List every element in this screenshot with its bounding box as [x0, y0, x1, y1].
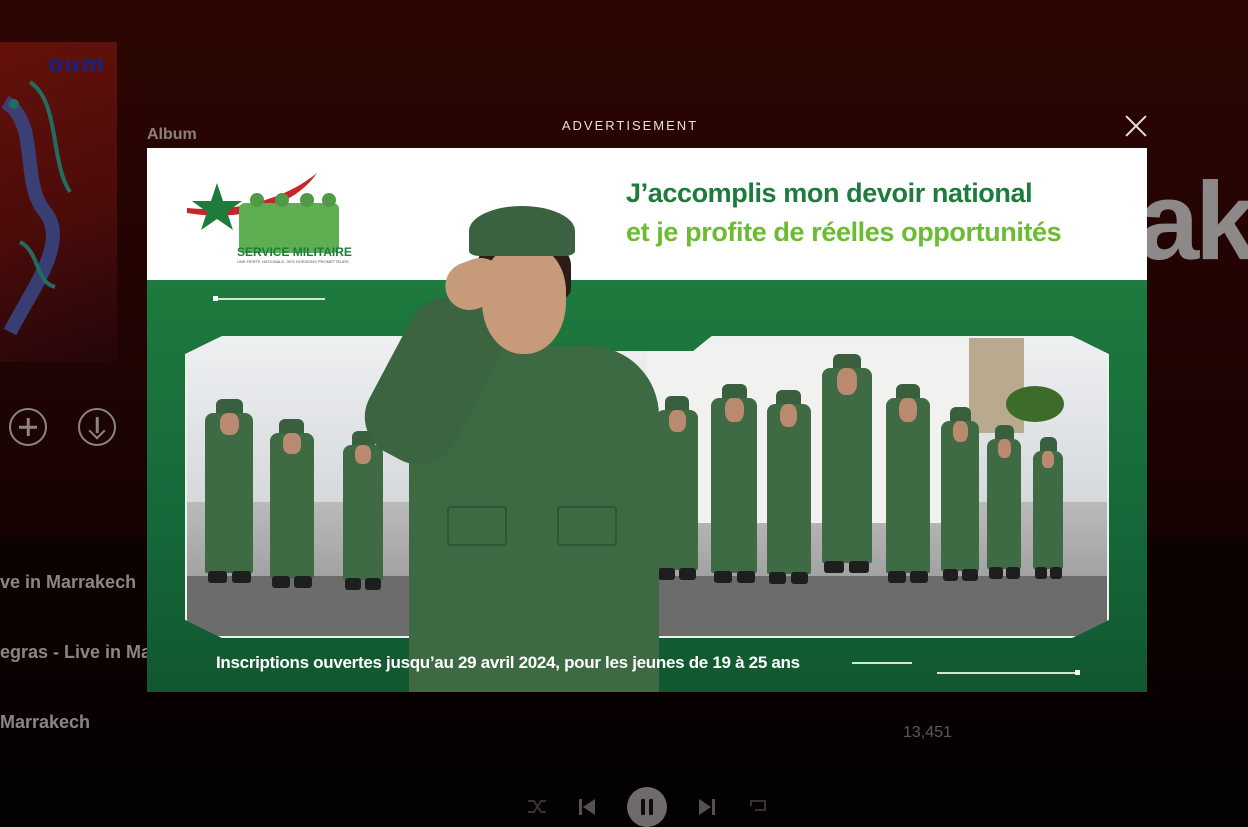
decorative-line	[852, 662, 912, 664]
ad-footer-text: Inscriptions ouvertes jusqu’au 29 avril …	[216, 653, 800, 672]
soldier-figure	[205, 398, 254, 583]
saluting-woman-figure	[350, 206, 659, 692]
decorative-dot	[213, 296, 218, 301]
soldier-figure	[711, 383, 758, 583]
soldier-figure	[656, 395, 699, 580]
soldier-figure	[821, 353, 872, 573]
soldier-figure	[343, 431, 384, 591]
logo-subtitle: UNE FIERTÉ NATIONALE, DES HORIZONS PROME…	[237, 259, 349, 264]
soldier-figure	[1033, 437, 1064, 580]
soldier-figure	[269, 419, 314, 589]
ad-headline-line1: J’accomplis mon devoir national	[626, 178, 1033, 208]
advertisement-label: ADVERTISEMENT	[561, 118, 699, 133]
soldier-figure	[987, 425, 1022, 580]
close-icon[interactable]	[1124, 114, 1148, 138]
soldier-figure	[886, 383, 931, 583]
decorative-line	[937, 672, 1077, 674]
soldier-figure	[941, 407, 980, 582]
ad-headline-line2: et je profite de réelles opportunités	[626, 217, 1062, 247]
soldier-figure	[766, 389, 811, 584]
decorative-line	[215, 298, 325, 300]
logo-text: SERVICE MILITAIRE	[237, 245, 352, 259]
decorative-dot	[1075, 670, 1080, 675]
advertisement-banner[interactable]: SERVICE MILITAIRE UNE FIERTÉ NATIONALE, …	[147, 148, 1147, 692]
